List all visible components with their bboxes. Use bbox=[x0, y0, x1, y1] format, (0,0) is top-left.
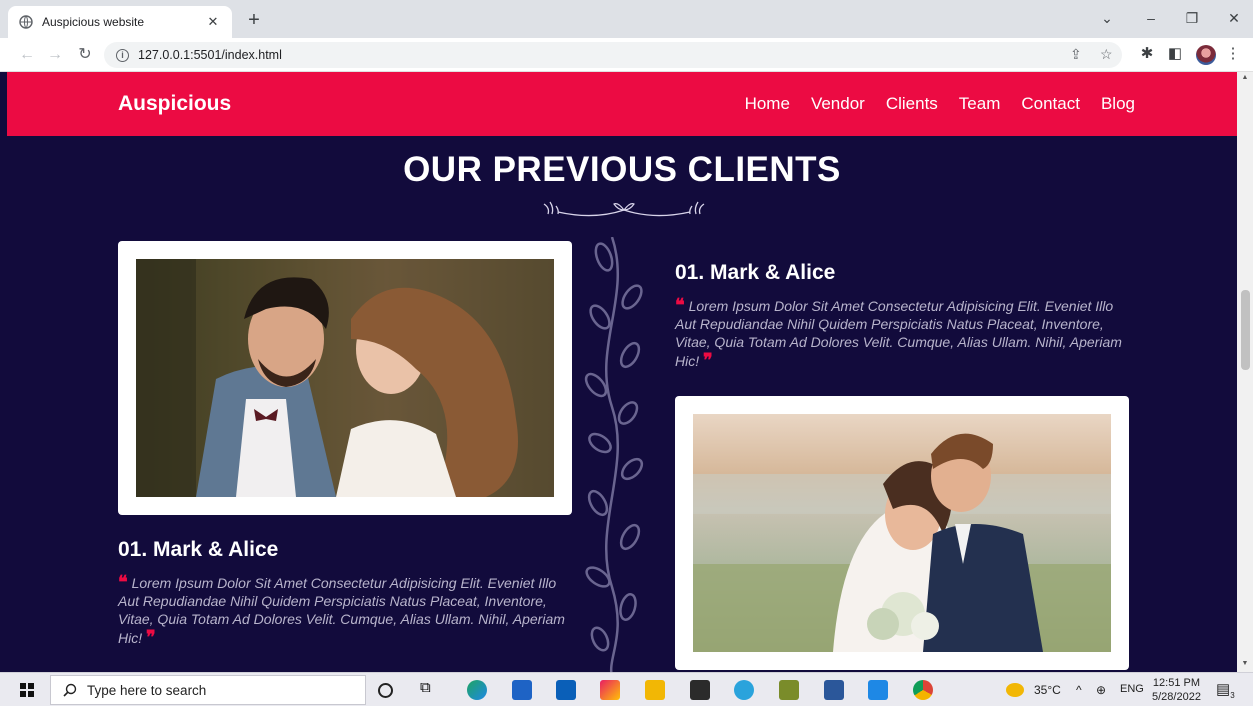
url-text: 127.0.0.1:5501/index.html bbox=[138, 48, 282, 62]
store-icon[interactable] bbox=[512, 680, 532, 700]
tray-chevron-up-icon[interactable]: ^ bbox=[1076, 683, 1082, 697]
page-scrollbar[interactable]: ▲ ▼ bbox=[1237, 72, 1253, 672]
back-arrow-icon[interactable]: ← bbox=[16, 45, 38, 65]
profile-avatar[interactable] bbox=[1196, 45, 1216, 65]
browser-tab-strip: Auspicious website ✕ + ⌄ – ❐ ✕ bbox=[0, 0, 1253, 38]
client-photo-card bbox=[118, 241, 572, 515]
word-icon[interactable] bbox=[824, 680, 844, 700]
tab-title: Auspicious website bbox=[42, 15, 145, 29]
share-icon[interactable]: ⇪ bbox=[1070, 46, 1082, 63]
telegram-icon[interactable] bbox=[734, 680, 754, 700]
vine-decoration-icon bbox=[584, 237, 644, 672]
reload-icon[interactable]: ↻ bbox=[74, 45, 96, 65]
chrome-icon[interactable] bbox=[913, 680, 933, 700]
browser-toolbar: ← → ↻ i 127.0.0.1:5501/index.html ⇪ ☆ bbox=[0, 38, 1253, 72]
client-description-1: ❝ Lorem Ipsum Dolor Sit Amet Consectetur… bbox=[118, 572, 565, 647]
globe-icon bbox=[18, 14, 34, 30]
edge-browser-icon[interactable] bbox=[467, 680, 487, 700]
vscode-icon[interactable] bbox=[868, 680, 888, 700]
sublime-text-icon[interactable] bbox=[690, 680, 710, 700]
close-window-button[interactable]: ✕ bbox=[1220, 10, 1248, 27]
forward-arrow-icon[interactable]: → bbox=[44, 45, 66, 65]
app-icon[interactable] bbox=[779, 680, 799, 700]
extensions-puzzle-icon[interactable]: ✱ bbox=[1136, 44, 1158, 62]
more-menu-icon[interactable]: ⋮ bbox=[1222, 44, 1244, 62]
task-view-icon[interactable]: ⧉ bbox=[420, 679, 440, 699]
client-name-2: 01. Mark & Alice bbox=[675, 261, 836, 284]
nav-menu: Home Vendor Clients Team Contact Blog bbox=[745, 94, 1135, 114]
notification-icon[interactable]: ▤3 bbox=[1216, 680, 1235, 700]
search-placeholder: Type here to search bbox=[87, 682, 207, 698]
nav-contact[interactable]: Contact bbox=[1021, 94, 1080, 114]
quote-close-icon: ❞ bbox=[703, 350, 713, 370]
tab-close-icon[interactable]: ✕ bbox=[204, 14, 222, 30]
side-panel-icon[interactable]: ◧ bbox=[1164, 44, 1186, 62]
scroll-up-icon[interactable]: ▲ bbox=[1237, 74, 1253, 81]
quote-open-icon: ❝ bbox=[118, 572, 128, 592]
nav-clients[interactable]: Clients bbox=[886, 94, 938, 114]
weather-temp[interactable]: 35°C bbox=[1034, 683, 1061, 697]
mail-icon[interactable] bbox=[556, 680, 576, 700]
cortana-icon[interactable] bbox=[378, 683, 393, 698]
new-tab-button[interactable]: + bbox=[243, 10, 265, 32]
client-name-1: 01. Mark & Alice bbox=[118, 538, 279, 561]
page-viewport: Auspicious Home Vendor Clients Team Cont… bbox=[7, 72, 1237, 672]
quote-open-icon: ❝ bbox=[675, 295, 685, 315]
bookmark-star-icon[interactable]: ☆ bbox=[1100, 46, 1113, 63]
couple-photo-2 bbox=[693, 414, 1111, 652]
windows-taskbar: Type here to search ⧉ 35°C ^ ⊕ ENG 12:51… bbox=[0, 672, 1253, 706]
system-clock[interactable]: 12:51 PM 5/28/2022 bbox=[1152, 676, 1201, 704]
nav-blog[interactable]: Blog bbox=[1101, 94, 1135, 114]
scrollbar-thumb[interactable] bbox=[1241, 290, 1250, 370]
tab-search-icon[interactable]: ⌄ bbox=[1093, 10, 1121, 27]
client-description-2: ❝ Lorem Ipsum Dolor Sit Amet Consectetur… bbox=[675, 295, 1122, 370]
network-globe-icon[interactable]: ⊕ bbox=[1096, 683, 1106, 697]
section-title: OUR PREVIOUS CLIENTS bbox=[403, 150, 841, 189]
weather-icon[interactable] bbox=[1006, 683, 1024, 697]
browser-tab[interactable]: Auspicious website ✕ bbox=[8, 6, 232, 38]
taskbar-search-input[interactable]: Type here to search bbox=[50, 675, 366, 705]
minimize-button[interactable]: – bbox=[1137, 10, 1165, 26]
app-icon[interactable] bbox=[600, 680, 620, 700]
nav-vendor[interactable]: Vendor bbox=[811, 94, 865, 114]
restore-button[interactable]: ❐ bbox=[1178, 10, 1206, 27]
language-indicator[interactable]: ENG bbox=[1120, 683, 1144, 695]
windows-start-icon[interactable] bbox=[20, 683, 34, 697]
site-logo[interactable]: Auspicious bbox=[118, 92, 231, 116]
quote-close-icon: ❞ bbox=[146, 627, 156, 647]
nav-team[interactable]: Team bbox=[959, 94, 1001, 114]
site-info-icon[interactable]: i bbox=[116, 48, 129, 62]
divider-ornament-icon bbox=[543, 201, 705, 217]
file-explorer-icon[interactable] bbox=[645, 680, 665, 700]
nav-home[interactable]: Home bbox=[745, 94, 790, 114]
client-photo-card bbox=[675, 396, 1129, 670]
address-bar[interactable]: i 127.0.0.1:5501/index.html ⇪ ☆ bbox=[104, 42, 1122, 68]
site-navbar: Auspicious Home Vendor Clients Team Cont… bbox=[7, 72, 1237, 136]
couple-photo-1 bbox=[136, 259, 554, 497]
scroll-down-icon[interactable]: ▼ bbox=[1237, 660, 1253, 667]
search-icon bbox=[63, 683, 77, 697]
